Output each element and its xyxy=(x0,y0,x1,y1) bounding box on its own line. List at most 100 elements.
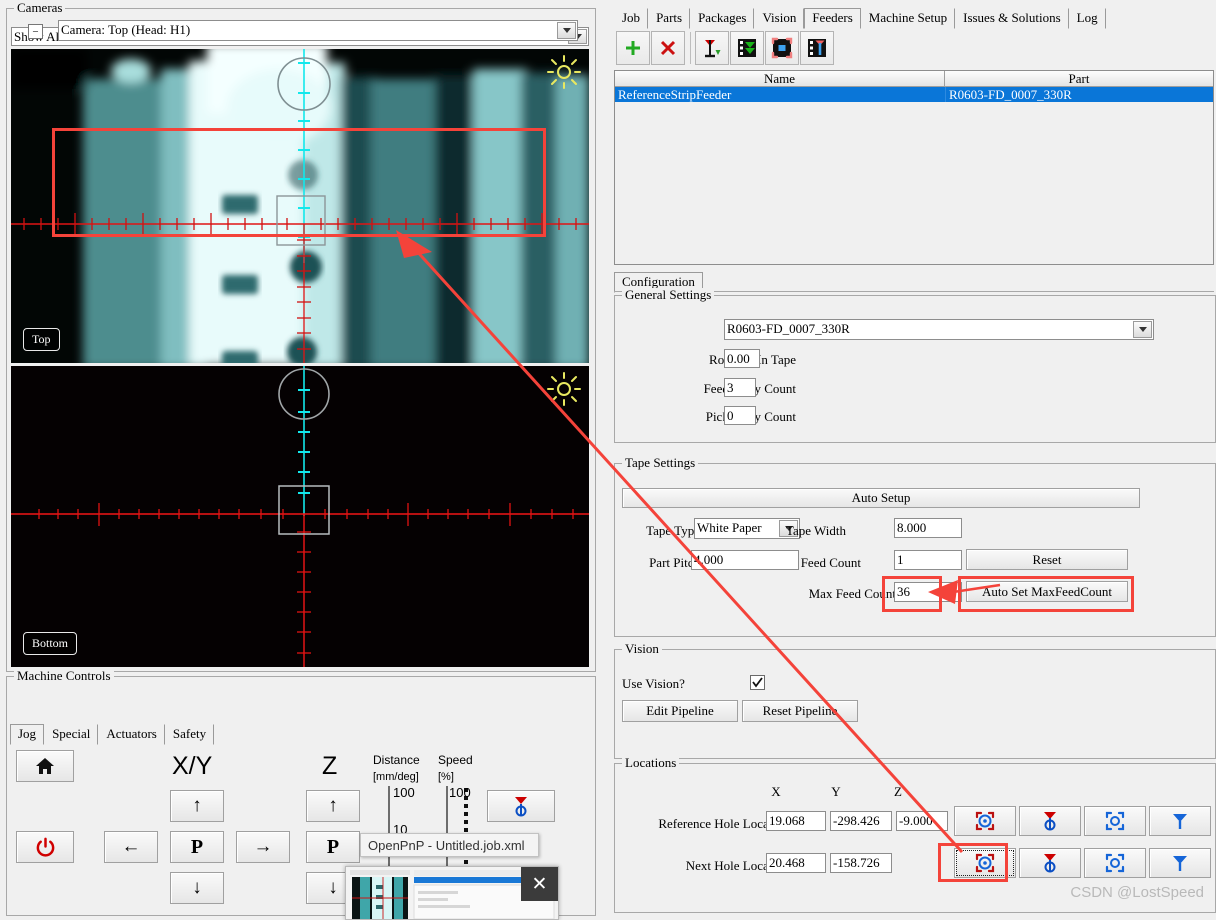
cell-feeder-name: ReferenceStripFeeder xyxy=(618,87,732,102)
column-header-x: X xyxy=(771,784,781,799)
jog-x-minus-button[interactable]: ← xyxy=(104,831,158,863)
camera-view-bottom[interactable]: Bottom xyxy=(11,366,589,667)
reference-hole-capture-nozzle-button[interactable] xyxy=(1019,806,1081,836)
jog-z-park-button[interactable]: P xyxy=(306,831,360,863)
opennpnp-window: Cameras Show All Horizontal xyxy=(0,0,1216,920)
light-sun-icon[interactable] xyxy=(547,372,581,406)
right-arrow-glyph: → xyxy=(253,836,273,857)
auto-setup-label: Auto Setup xyxy=(851,490,911,505)
tab-vision[interactable]: Vision xyxy=(754,8,805,29)
delete-feeder-button[interactable] xyxy=(651,31,685,65)
tab-special[interactable]: Special xyxy=(44,724,99,745)
add-feeder-button[interactable] xyxy=(616,31,650,65)
tab-feeders[interactable]: Feeders xyxy=(804,8,861,29)
speed-label: Speed xyxy=(438,753,473,767)
capture-camera-icon xyxy=(975,811,995,831)
part-pitch-label: Part Pitch xyxy=(649,555,700,570)
chevron-down-icon[interactable] xyxy=(1133,321,1152,338)
next-hole-capture-nozzle-button[interactable] xyxy=(1019,848,1081,878)
feeders-table[interactable]: Name Part ReferenceStripFeeder R0603-FD_… xyxy=(614,70,1214,265)
feed-icon xyxy=(705,40,721,58)
feed-and-pick-button[interactable] xyxy=(800,31,834,65)
reference-hole-move-camera-button[interactable] xyxy=(1084,806,1146,836)
reference-hole-z-input[interactable]: -9.000 xyxy=(896,811,948,831)
jog-y-plus-button[interactable]: ↑ xyxy=(170,790,224,822)
power-button[interactable] xyxy=(16,831,74,863)
taskbar-thumbnail[interactable]: ✕ xyxy=(345,866,559,920)
rotation-in-tape-input[interactable]: 0.00 xyxy=(724,349,760,368)
part-select[interactable]: R0603-FD_0007_330R xyxy=(724,319,1154,340)
pick-retry-count-label: Pick Retry Count xyxy=(705,409,796,424)
tape-width-input[interactable]: 8.000 xyxy=(894,518,962,538)
home-icon xyxy=(36,758,54,774)
machine-controls-collapse-toggle[interactable]: − xyxy=(28,24,43,39)
tab-jog[interactable]: Jog xyxy=(10,724,45,745)
tab-issues-solutions[interactable]: Issues & Solutions xyxy=(955,8,1069,29)
tab-machine-setup[interactable]: Machine Setup xyxy=(861,8,956,29)
tab-packages[interactable]: Packages xyxy=(690,8,755,29)
table-row[interactable]: ReferenceStripFeeder R0603-FD_0007_330R xyxy=(615,87,1213,102)
tab-actuators[interactable]: Actuators xyxy=(98,724,165,745)
auto-setup-button[interactable]: Auto Setup xyxy=(622,488,1140,508)
vision-group-title: Vision xyxy=(622,642,662,655)
park-glyph: P xyxy=(326,835,340,858)
feed-button[interactable] xyxy=(695,31,729,65)
next-hole-location-label: Next Hole Location xyxy=(685,858,789,873)
use-vision-checkbox[interactable] xyxy=(750,675,765,690)
head-select[interactable]: Camera: Top (Head: H1) xyxy=(58,20,578,41)
column-header-name[interactable]: Name xyxy=(615,71,945,87)
camera-bottom-label: Bottom xyxy=(23,632,78,655)
reset-button[interactable]: Reset xyxy=(966,549,1128,570)
jog-z-plus-button[interactable]: ↑ xyxy=(306,790,360,822)
edit-pipeline-button[interactable]: Edit Pipeline xyxy=(622,700,738,722)
thumbnail-close-button[interactable]: ✕ xyxy=(521,867,558,901)
general-settings-title: General Settings xyxy=(622,288,715,301)
light-sun-icon[interactable] xyxy=(547,55,581,89)
jog-xy-park-button[interactable]: P xyxy=(170,831,224,863)
pick-button[interactable] xyxy=(765,31,799,65)
next-hole-capture-camera-button[interactable] xyxy=(954,848,1016,878)
reference-hole-y-input[interactable]: -298.426 xyxy=(830,811,892,831)
camera-top-image xyxy=(11,49,589,363)
tape-width-label: Tape Width xyxy=(785,523,846,538)
tab-safety[interactable]: Safety xyxy=(165,724,215,745)
tab-job[interactable]: Job xyxy=(614,8,649,29)
speed-max-label: 100 xyxy=(449,785,471,800)
down-arrow-glyph: ↓ xyxy=(328,877,338,898)
move-nozzle-icon xyxy=(515,797,527,817)
jog-x-plus-button[interactable]: → xyxy=(236,831,290,863)
tab-jog-label: Jog xyxy=(18,726,37,741)
camera-view-top[interactable]: Top xyxy=(11,49,589,363)
reference-hole-capture-camera-button[interactable] xyxy=(954,806,1016,836)
up-arrow-glyph: ↑ xyxy=(192,795,202,816)
home-button[interactable] xyxy=(16,750,74,782)
chevron-down-icon[interactable] xyxy=(557,22,576,39)
tab-parts[interactable]: Parts xyxy=(648,8,691,29)
cameras-group-title: Cameras xyxy=(14,1,66,14)
feed-all-button[interactable] xyxy=(730,31,764,65)
feed-count-input[interactable]: 1 xyxy=(894,550,962,570)
reference-hole-x-input[interactable]: 19.068 xyxy=(766,811,826,831)
next-hole-move-nozzle-button[interactable] xyxy=(1149,848,1211,878)
pick-retry-count-input[interactable]: 0 xyxy=(724,406,756,425)
jog-y-minus-button[interactable]: ↓ xyxy=(170,872,224,904)
edit-pipeline-label: Edit Pipeline xyxy=(646,703,714,718)
camera-bottom-image xyxy=(11,366,589,667)
max-feed-count-input[interactable]: 36 xyxy=(894,582,962,602)
auto-set-max-feed-count-button[interactable]: Auto Set MaxFeedCount xyxy=(966,581,1128,602)
move-nozzle-here-button[interactable] xyxy=(487,790,555,822)
watermark: CSDN @LostSpeed xyxy=(1070,884,1204,901)
cross-icon xyxy=(660,40,676,56)
tab-safety-label: Safety xyxy=(172,726,207,741)
reset-pipeline-button[interactable]: Reset Pipeline xyxy=(742,700,858,722)
reference-hole-move-nozzle-button[interactable] xyxy=(1149,806,1211,836)
tape-settings-title: Tape Settings xyxy=(622,456,699,469)
column-header-part[interactable]: Part xyxy=(945,71,1213,87)
tab-job-label: Job xyxy=(622,10,641,25)
next-hole-x-input[interactable]: 20.468 xyxy=(766,853,826,873)
tab-log[interactable]: Log xyxy=(1069,8,1106,29)
next-hole-y-input[interactable]: -158.726 xyxy=(830,853,892,873)
power-icon xyxy=(36,837,54,857)
next-hole-move-camera-button[interactable] xyxy=(1084,848,1146,878)
feed-retry-count-input[interactable]: 3 xyxy=(724,378,756,397)
